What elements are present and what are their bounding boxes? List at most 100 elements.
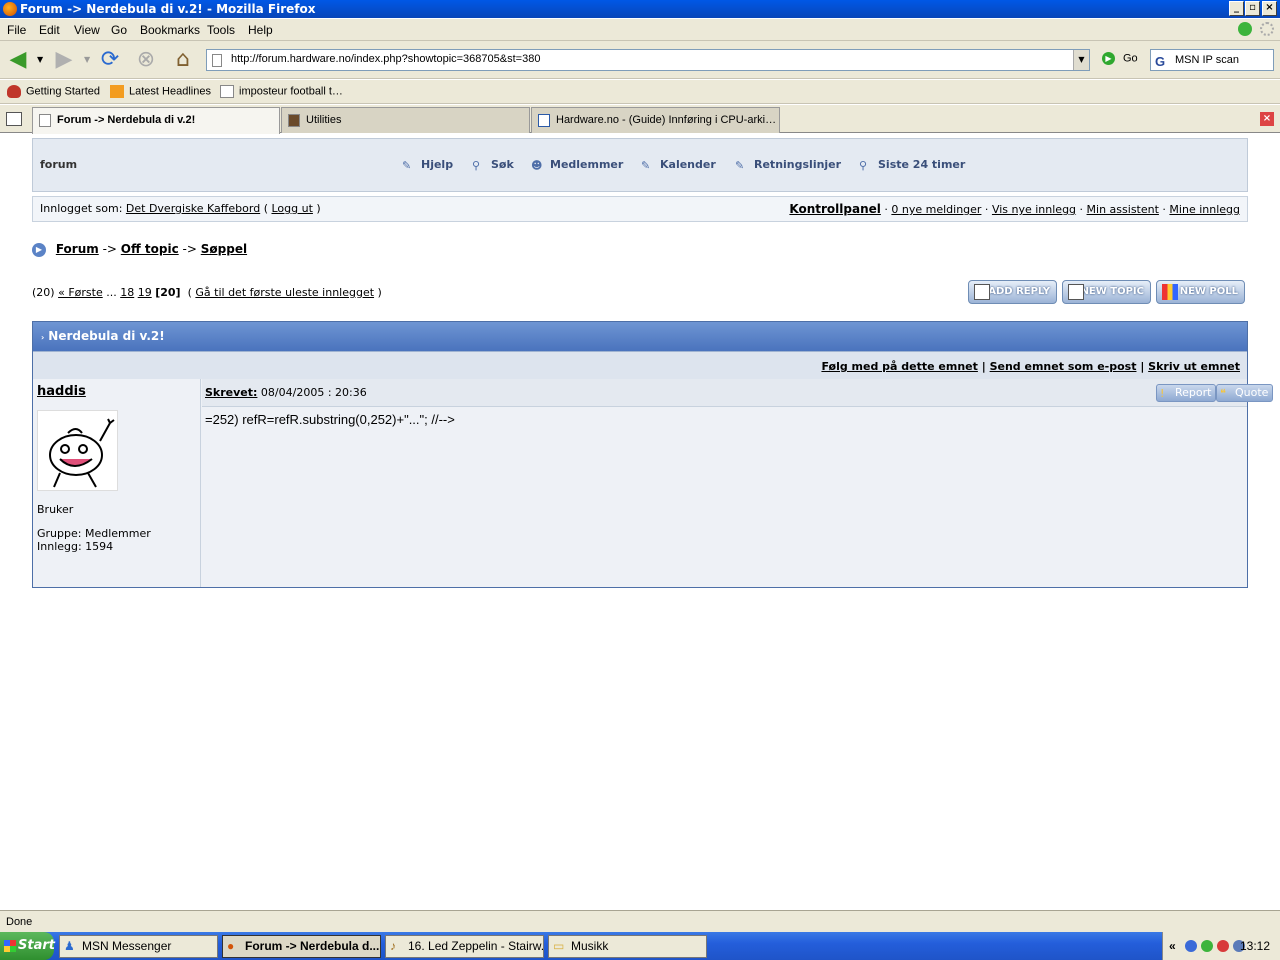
new-topic-button[interactable]: NEW TOPIC — [1062, 280, 1151, 304]
track-topic-link[interactable]: Følg med på dette emnet — [821, 360, 977, 373]
tray-expand-icon[interactable]: « — [1169, 932, 1176, 960]
new-messages-link[interactable]: 0 nye meldinger — [891, 203, 981, 216]
start-button[interactable]: Start — [0, 932, 55, 960]
hardware-favicon — [538, 114, 550, 127]
report-icon: ! — [1160, 387, 1165, 400]
paren: ) — [377, 286, 382, 299]
window-titlebar: Forum -> Nerdebula di v.2! - Mozilla Fir… — [0, 0, 1280, 18]
page-19-link[interactable]: 19 — [138, 286, 152, 299]
bookmark-getting-started[interactable]: Getting Started — [7, 85, 100, 98]
tab-hardware-guide[interactable]: Hardware.no - (Guide) Innføring i CPU-ar… — [531, 107, 780, 133]
calendar-icon: ✎ — [641, 158, 651, 172]
messenger-tray-icon[interactable] — [1201, 940, 1213, 952]
report-button[interactable]: ! Report — [1156, 384, 1217, 402]
maximize-button[interactable]: ▫ — [1245, 1, 1260, 16]
menu-view[interactable]: View — [74, 23, 100, 37]
date-value: 08/04/2005 : 20:36 — [260, 386, 367, 399]
url-bar[interactable]: http://forum.hardware.no/index.php?showt… — [206, 49, 1090, 71]
bookmark-imposteur[interactable]: imposteur football t… — [220, 85, 343, 98]
avatar-drawing — [49, 418, 115, 488]
update-icon[interactable] — [1238, 22, 1252, 36]
security-icon[interactable] — [1217, 940, 1229, 952]
button-label: Report — [1175, 386, 1212, 399]
nav-calendar[interactable]: ✎ Kalender — [641, 158, 716, 172]
author-group: Gruppe: Medlemmer — [37, 527, 151, 540]
paren: ( — [187, 286, 192, 299]
forward-dropdown-icon[interactable]: ▼ — [84, 55, 90, 64]
topic-title-bar: › Nerdebula di v.2! — [33, 322, 1247, 351]
search-engine-icon[interactable]: G — [1155, 52, 1165, 72]
add-reply-button[interactable]: ADD REPLY — [968, 280, 1057, 304]
button-label: NEW POLL — [1179, 286, 1238, 297]
taskbar-musikk-folder[interactable]: ▭ Musikk — [548, 935, 707, 958]
quote-button[interactable]: ❝ Quote — [1216, 384, 1274, 402]
control-panel-link[interactable]: Kontrollpanel — [789, 202, 880, 216]
stop-icon[interactable]: ⊗ — [133, 47, 159, 73]
go-arrow-icon: ▶ — [1102, 52, 1115, 65]
print-topic-link[interactable]: Skriv ut emnet — [1148, 360, 1240, 373]
post-body: =252) refR=refR.substring(0,252)+"..."; … — [205, 412, 455, 427]
nav-search[interactable]: ⚲ Søk — [472, 158, 514, 172]
network-icon[interactable] — [1185, 940, 1197, 952]
back-dropdown-icon[interactable]: ▼ — [37, 55, 43, 64]
reload-icon[interactable]: ⟳ — [97, 47, 123, 73]
forward-arrow-icon[interactable]: ▶ — [51, 47, 77, 73]
taskbar-firefox[interactable]: ● Forum -> Nerdebula d... — [222, 935, 381, 958]
menu-tools[interactable]: Tools — [207, 23, 235, 37]
new-tab-icon[interactable] — [6, 112, 22, 126]
breadcrumb-soppel[interactable]: Søppel — [201, 242, 247, 256]
username-link[interactable]: Det Dvergiske Kaffebord — [126, 202, 260, 215]
new-posts-link[interactable]: Vis nye innlegg — [992, 203, 1076, 216]
logout-link[interactable]: Logg ut — [271, 202, 312, 215]
nav-help[interactable]: ✎ Hjelp — [402, 158, 453, 172]
page-18-link[interactable]: 18 — [120, 286, 134, 299]
search-box[interactable]: G MSN IP scan — [1150, 49, 1274, 71]
quote-icon: ❝ — [1220, 387, 1226, 400]
my-assistant-link[interactable]: Min assistent — [1087, 203, 1159, 216]
taskbar-music-player[interactable]: ♪ 16. Led Zeppelin - Stairw... — [385, 935, 544, 958]
first-page-link[interactable]: « Første — [58, 286, 103, 299]
menu-file[interactable]: File — [7, 23, 26, 37]
first-unread-link[interactable]: Gå til det første uleste innlegget — [195, 286, 374, 299]
post-table: › Nerdebula di v.2! Følg med på dette emn… — [32, 321, 1274, 588]
breadcrumb: ▶ Forum -> Off topic -> Søppel — [32, 242, 247, 257]
forum-header: forum ✎ Hjelp ⚲ Søk ☻ Medlemmer ✎ Kalender ✎… — [32, 138, 1248, 192]
email-topic-link[interactable]: Send emnet som e-post — [990, 360, 1137, 373]
nav-last-24h[interactable]: ⚲ Siste 24 timer — [859, 158, 965, 172]
taskbar-label: 16. Led Zeppelin - Stairw... — [408, 939, 544, 953]
close-window-button[interactable]: × — [1262, 1, 1277, 16]
menu-edit[interactable]: Edit — [39, 23, 60, 37]
clock[interactable]: 13:12 — [1240, 932, 1270, 960]
my-posts-link[interactable]: Mine innlegg — [1169, 203, 1240, 216]
breadcrumb-sep: -> — [102, 242, 117, 256]
nav-guidelines[interactable]: ✎ Retningslinjer — [735, 158, 841, 172]
search-text[interactable]: MSN IP scan — [1175, 54, 1239, 66]
close-tab-icon[interactable]: × — [1260, 112, 1274, 126]
breadcrumb-off-topic[interactable]: Off topic — [121, 242, 179, 256]
tab-label: Hardware.no - (Guide) Innføring i CPU-ar… — [556, 114, 777, 126]
forum-logo[interactable]: forum — [40, 158, 77, 171]
home-icon[interactable]: ⌂ — [170, 47, 196, 73]
url-dropdown-icon[interactable]: ▼ — [1073, 50, 1089, 70]
author-post-count: Innlegg: 1594 — [37, 540, 114, 553]
tab-forum[interactable]: Forum -> Nerdebula di v.2! — [32, 107, 280, 134]
new-poll-button[interactable]: NEW POLL — [1156, 280, 1245, 304]
go-button[interactable]: ▶ Go — [1102, 52, 1138, 65]
url-text[interactable]: http://forum.hardware.no/index.php?showt… — [231, 53, 540, 65]
nav-members[interactable]: ☻ Medlemmer — [531, 158, 623, 172]
post-date: Skrevet: 08/04/2005 : 20:36 — [205, 386, 367, 399]
written-label[interactable]: Skrevet: — [205, 386, 257, 399]
breadcrumb-forum[interactable]: Forum — [56, 242, 99, 256]
tab-utilities[interactable]: Utilities — [281, 107, 530, 133]
back-arrow-icon[interactable]: ◀ — [5, 47, 31, 73]
tab-label: Forum -> Nerdebula di v.2! — [57, 114, 196, 126]
bookmark-latest-headlines[interactable]: Latest Headlines — [110, 85, 211, 98]
page-content: forum ✎ Hjelp ⚲ Søk ☻ Medlemmer ✎ Kalender ✎… — [0, 134, 1280, 910]
menu-bookmarks[interactable]: Bookmarks — [140, 23, 200, 37]
minimize-button[interactable]: _ — [1229, 1, 1244, 16]
author-name-link[interactable]: haddis — [37, 384, 86, 399]
bookmarks-toolbar: Getting Started Latest Headlines imposte… — [0, 80, 1280, 104]
taskbar-msn-messenger[interactable]: ♟ MSN Messenger — [59, 935, 218, 958]
menu-go[interactable]: Go — [111, 23, 127, 37]
menu-help[interactable]: Help — [248, 23, 273, 37]
